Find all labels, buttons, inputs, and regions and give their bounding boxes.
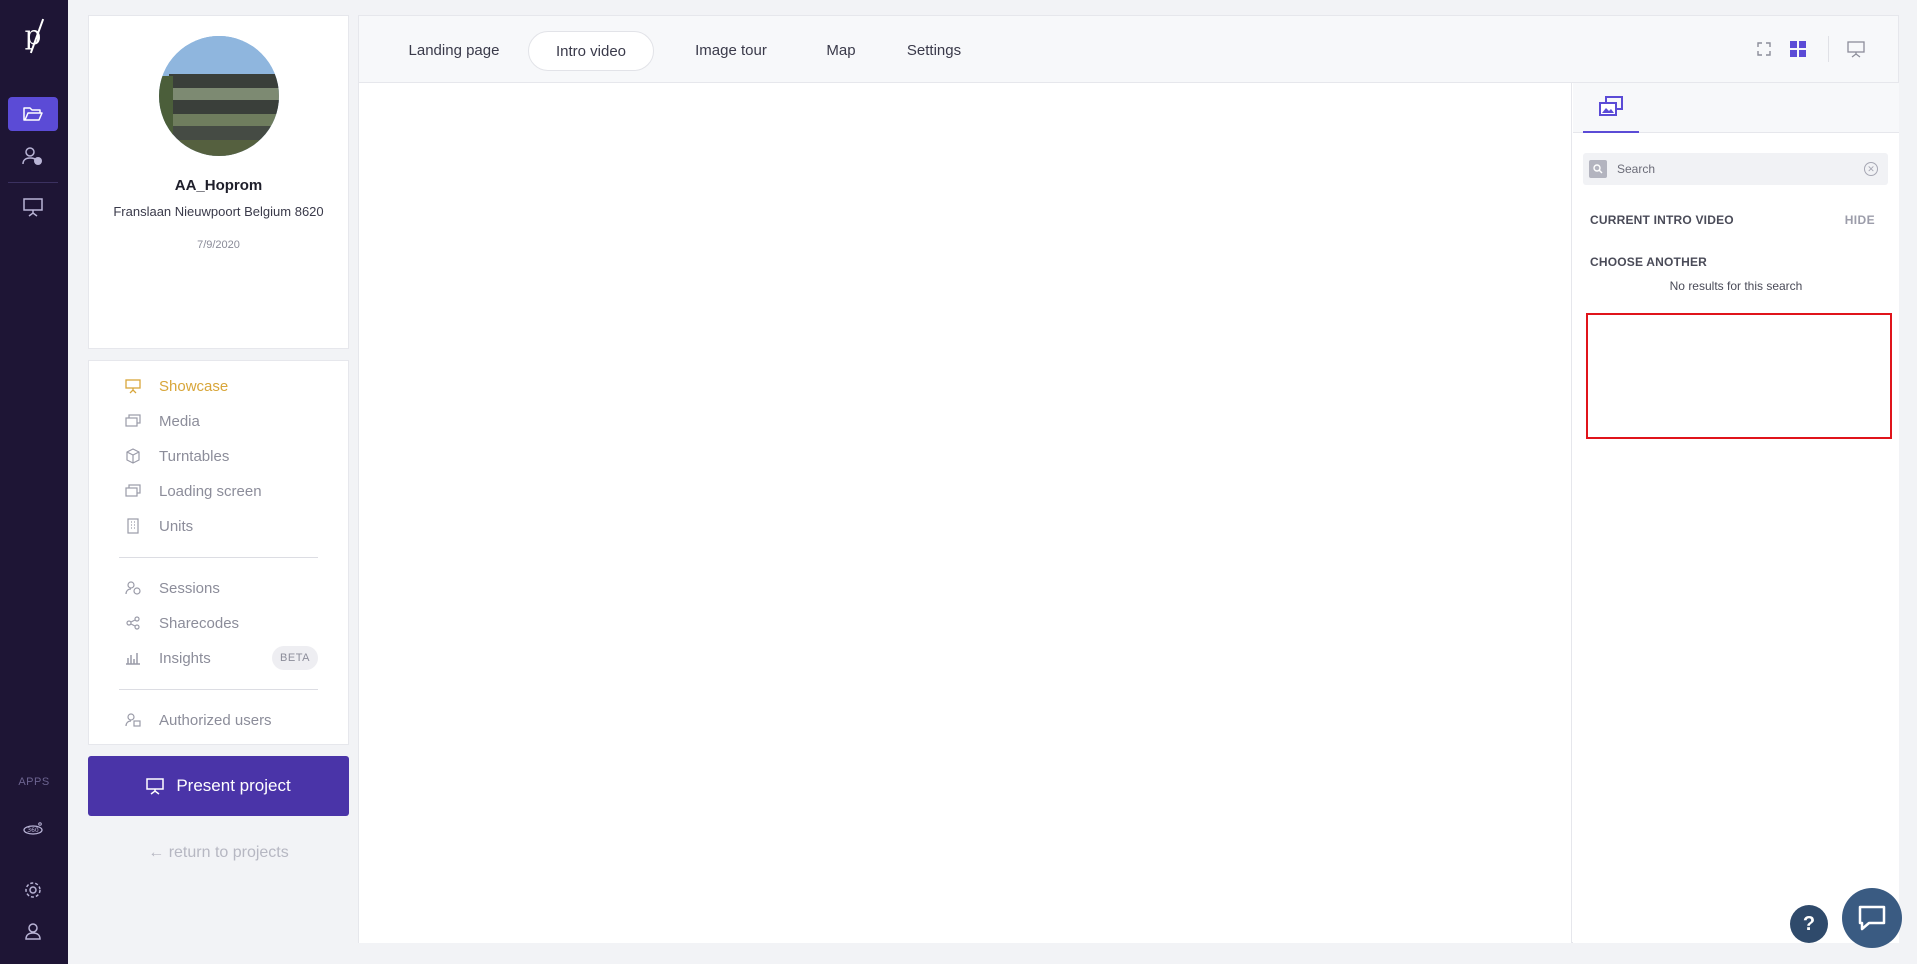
showcase-tabs-bar: Landing page Intro video Image tour Map … [359,16,1898,83]
nav-divider [119,689,318,690]
chat-button[interactable] [1842,888,1902,948]
nav-item-loading-screen[interactable]: Loading screen [125,479,262,503]
app-logo[interactable]: p [22,18,44,54]
project-name: AA_Hoprom [174,177,263,194]
nav-item-sharecodes[interactable]: Sharecodes [125,611,239,635]
present-project-button[interactable]: Present project [88,756,349,816]
nav-item-label: Showcase [159,377,229,395]
chat-icon [1858,905,1886,931]
tab-intro-video[interactable]: Intro video [528,31,654,71]
media-search: ✕ [1583,153,1888,185]
project-avatar [159,36,279,156]
cube-icon [125,448,141,464]
nav-item-label: Turntables [159,447,230,465]
current-intro-video-title: CURRENT INTRO VIDEO [1590,213,1734,227]
images-icon [125,413,141,429]
help-button[interactable]: ? [1790,905,1828,943]
toolbar-divider [1828,36,1829,62]
rail-360-button[interactable]: 360 [8,812,58,846]
tab-settings[interactable]: Settings [884,31,984,71]
images-icon [1599,96,1623,116]
presentation-icon [146,777,165,795]
share-icon [125,615,141,631]
project-address: Franslaan Nieuwpoort Belgium 8620 [113,204,324,219]
intro-video-panel: ✕ CURRENT INTRO VIDEO HIDE CHOOSE ANOTHE… [1573,83,1899,943]
apps-label: APPS [18,776,50,788]
user-clock-icon [125,580,141,596]
rail-projects-button[interactable] [8,97,58,131]
project-date: 7/9/2020 [197,239,240,251]
panel-tabs [1573,83,1899,133]
folder-open-icon [23,107,43,121]
grid-icon [1790,41,1806,57]
expand-icon [1757,42,1771,56]
bar-chart-icon [125,650,141,666]
gear-icon [25,882,41,898]
presentation-icon [125,378,141,394]
choose-another-title: CHOOSE ANOTHER [1590,255,1708,269]
nav-item-label: Media [159,412,200,430]
project-card: AA_Hoprom Franslaan Nieuwpoort Belgium 8… [88,15,349,349]
hide-button[interactable]: HIDE [1845,213,1875,227]
rail-present-button[interactable] [8,190,58,224]
present-project-label: Present project [176,776,291,795]
user-icon [25,923,41,940]
present-preview-button[interactable] [1844,37,1868,61]
nav-item-turntables[interactable]: Turntables [125,444,229,468]
rail-divider [8,182,58,183]
main-area: Landing page Intro video Image tour Map … [358,15,1899,943]
grid-view-button[interactable] [1786,37,1810,61]
360-view-icon: 360 [23,822,43,835]
building-image [159,36,279,156]
rail-account-button[interactable] [8,914,58,948]
panel-tab-media[interactable] [1583,83,1639,133]
presentation-icon [23,198,43,217]
rail-settings-button[interactable] [8,873,58,907]
nav-item-units[interactable]: Units [125,514,193,538]
preview-canvas [359,83,1572,943]
beta-badge: BETA [272,646,318,670]
tab-image-tour[interactable]: Image tour [666,31,796,71]
clear-search-icon[interactable]: ✕ [1864,162,1878,176]
nav-item-label: Authorized users [159,711,272,729]
nav-item-label: Units [159,517,194,535]
images-icon [125,483,141,499]
building-icon [125,518,141,534]
presentation-icon [1847,41,1865,58]
search-icon [1589,160,1607,178]
project-nav: Showcase Media Turntables Loading screen… [88,360,349,745]
user-clock-icon [22,147,42,165]
nav-item-label: Loading screen [159,482,262,500]
no-results-message: No results for this search [1669,279,1803,293]
nav-item-insights[interactable]: Insights [125,646,211,670]
user-lock-icon [125,712,141,728]
tab-landing-page[interactable]: Landing page [389,31,519,71]
nav-item-authorized-users[interactable]: Authorized users [125,708,272,732]
nav-item-sessions[interactable]: Sessions [125,576,220,600]
tab-map[interactable]: Map [801,31,881,71]
highlight-box [1586,313,1892,439]
nav-item-label: Sessions [159,579,220,597]
rail-users-button[interactable] [8,139,58,173]
search-input[interactable] [1617,153,1857,185]
nav-item-media[interactable]: Media [125,409,200,433]
nav-item-label: Sharecodes [159,614,240,632]
return-to-projects-link[interactable]: ← return to projects [88,844,349,862]
nav-item-showcase[interactable]: Showcase [125,374,228,398]
svg-text:360: 360 [27,827,39,834]
app-rail: p APPS 360 [0,0,68,964]
nav-divider [119,557,318,558]
fullscreen-button[interactable] [1752,37,1776,61]
nav-item-label: Insights [159,649,211,667]
